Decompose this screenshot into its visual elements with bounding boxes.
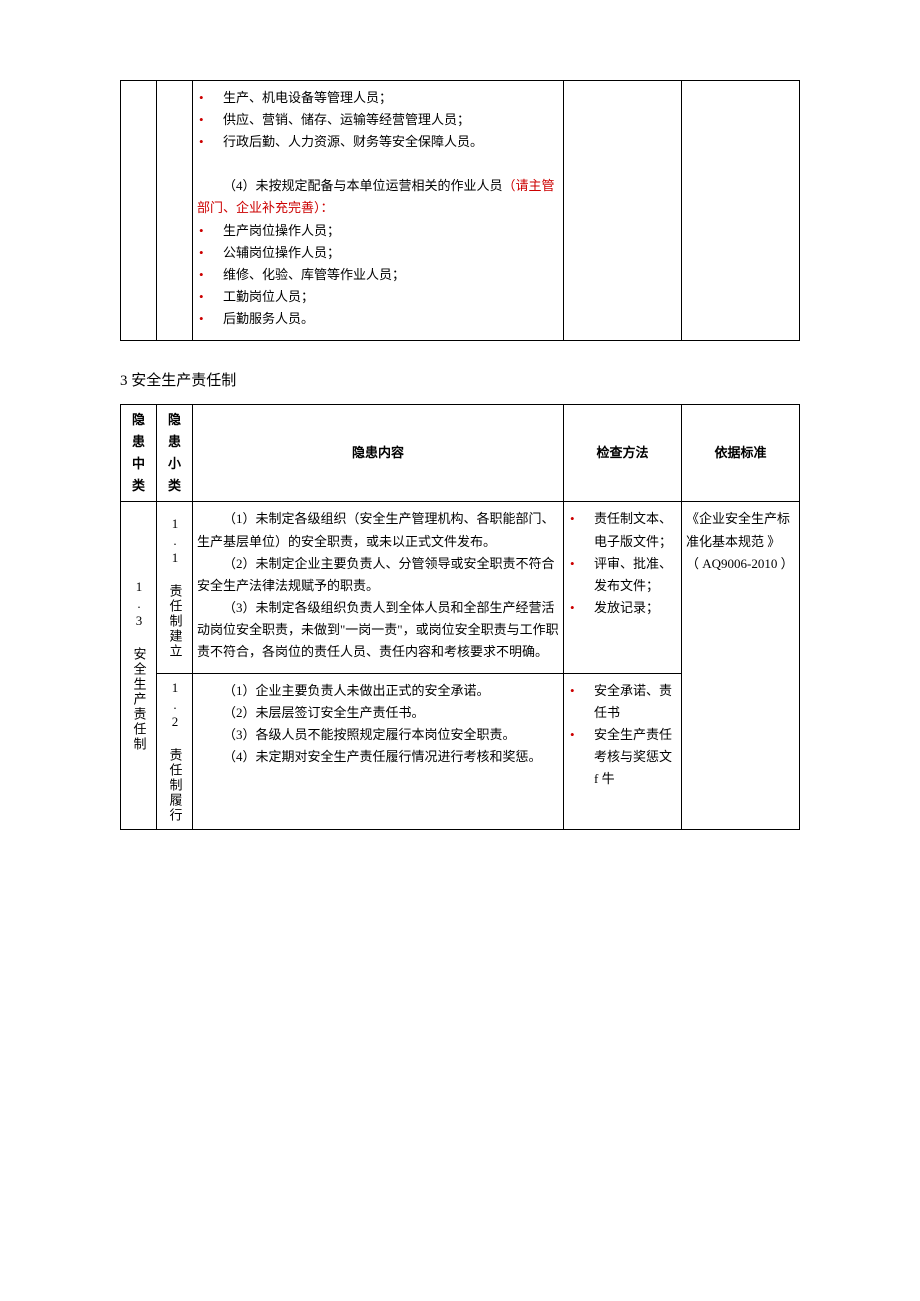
cell-empty <box>157 81 193 341</box>
method-text: 安全承诺、责任书 <box>594 680 677 724</box>
content-text: 生产岗位操作人员； <box>223 220 559 242</box>
method-text: 责任制文本、电子版文件； <box>594 508 677 552</box>
content-text: （4）未定期对安全生产责任履行情况进行考核和奖惩。 <box>197 746 559 768</box>
content-text: 公辅岗位操作人员； <box>223 242 559 264</box>
content-text: 工勤岗位人员； <box>223 286 559 308</box>
bullet-icon: • <box>568 553 594 575</box>
content-text: （3）未制定各级组织负责人到全体人员和全部生产经营活动岗位安全职责，未做到"一岗… <box>197 597 559 663</box>
cell-method: •安全承诺、责任书 •安全生产责任考核与奖惩文 f 牛 <box>564 674 682 830</box>
method-text: 发放记录； <box>594 597 677 619</box>
content-text: 行政后勤、人力资源、财务等安全保障人员。 <box>223 131 559 153</box>
content-text: （1）企业主要负责人未做出正式的安全承诺。 <box>197 680 559 702</box>
header-content: 隐患内容 <box>193 405 564 502</box>
content-text: （2）未层层签订安全生产责任书。 <box>197 702 559 724</box>
table-top-continuation: •生产、机电设备等管理人员； •供应、营销、储存、运输等经营管理人员； •行政后… <box>120 80 800 341</box>
bullet-icon: • <box>568 724 594 746</box>
content-text: 维修、化验、库管等作业人员； <box>223 264 559 286</box>
table-responsibility: 隐患中类 隐患小类 隐患内容 检查方法 依据标准 1.3 安全生产责任制 1.1… <box>120 404 800 830</box>
section-title: 3 安全生产责任制 <box>120 369 800 390</box>
cell-std: 《企业安全生产标准化基本规范 》 （ AQ9006-2010 ） <box>682 502 800 830</box>
bullet-icon: • <box>197 286 223 308</box>
cell-small-category: 1.2 责任制履行 <box>157 674 193 830</box>
header-std: 依据标准 <box>682 405 800 502</box>
method-text: 安全生产责任考核与奖惩文 f 牛 <box>594 724 677 790</box>
content-text: （2）未制定企业主要负责人、分管领导或安全职责不符合安全生产法律法规赋予的职责。 <box>197 553 559 597</box>
method-text: 评审、批准、发布文件； <box>594 553 677 597</box>
header-method: 检查方法 <box>564 405 682 502</box>
std-text: （ AQ9006-2010 ） <box>686 556 794 571</box>
bullet-icon: • <box>197 242 223 264</box>
bullet-icon: • <box>197 220 223 242</box>
cell-content: （1）未制定各级组织（安全生产管理机构、各职能部门、生产基层单位）的安全职责，或… <box>193 502 564 674</box>
cell-method: •责任制文本、电子版文件； •评审、批准、发布文件； •发放记录； <box>564 502 682 674</box>
std-text: 《企业安全生产标准化基本规范 》 <box>686 511 790 548</box>
content-text: 后勤服务人员。 <box>223 308 559 330</box>
bullet-icon: • <box>197 264 223 286</box>
cell-content: •生产、机电设备等管理人员； •供应、营销、储存、运输等经营管理人员； •行政后… <box>193 81 564 341</box>
table-header-row: 隐患中类 隐患小类 隐患内容 检查方法 依据标准 <box>121 405 800 502</box>
bullet-icon: • <box>568 597 594 619</box>
header-mid: 隐患中类 <box>121 405 157 502</box>
content-text: （4）未按规定配备与本单位运营相关的作业人员 <box>223 178 503 193</box>
table-row: •生产、机电设备等管理人员； •供应、营销、储存、运输等经营管理人员； •行政后… <box>121 81 800 341</box>
content-text: （1）未制定各级组织（安全生产管理机构、各职能部门、生产基层单位）的安全职责，或… <box>197 508 559 552</box>
header-small: 隐患小类 <box>157 405 193 502</box>
content-text: （3）各级人员不能按照规定履行本岗位安全职责。 <box>197 724 559 746</box>
cell-empty <box>121 81 157 341</box>
bullet-icon: • <box>568 680 594 702</box>
cell-small-category: 1.1 责任制建立 <box>157 502 193 674</box>
cell-empty <box>564 81 682 341</box>
cell-content: （1）企业主要负责人未做出正式的安全承诺。 （2）未层层签订安全生产责任书。 （… <box>193 674 564 830</box>
content-text: 供应、营销、储存、运输等经营管理人员； <box>223 109 559 131</box>
content-text: 生产、机电设备等管理人员； <box>223 87 559 109</box>
cell-mid-category: 1.3 安全生产责任制 <box>121 502 157 830</box>
bullet-icon: • <box>197 87 223 109</box>
table-row: 1.3 安全生产责任制 1.1 责任制建立 （1）未制定各级组织（安全生产管理机… <box>121 502 800 674</box>
bullet-icon: • <box>568 508 594 530</box>
bullet-icon: • <box>197 109 223 131</box>
bullet-icon: • <box>197 308 223 330</box>
bullet-icon: • <box>197 131 223 153</box>
cell-empty <box>682 81 800 341</box>
